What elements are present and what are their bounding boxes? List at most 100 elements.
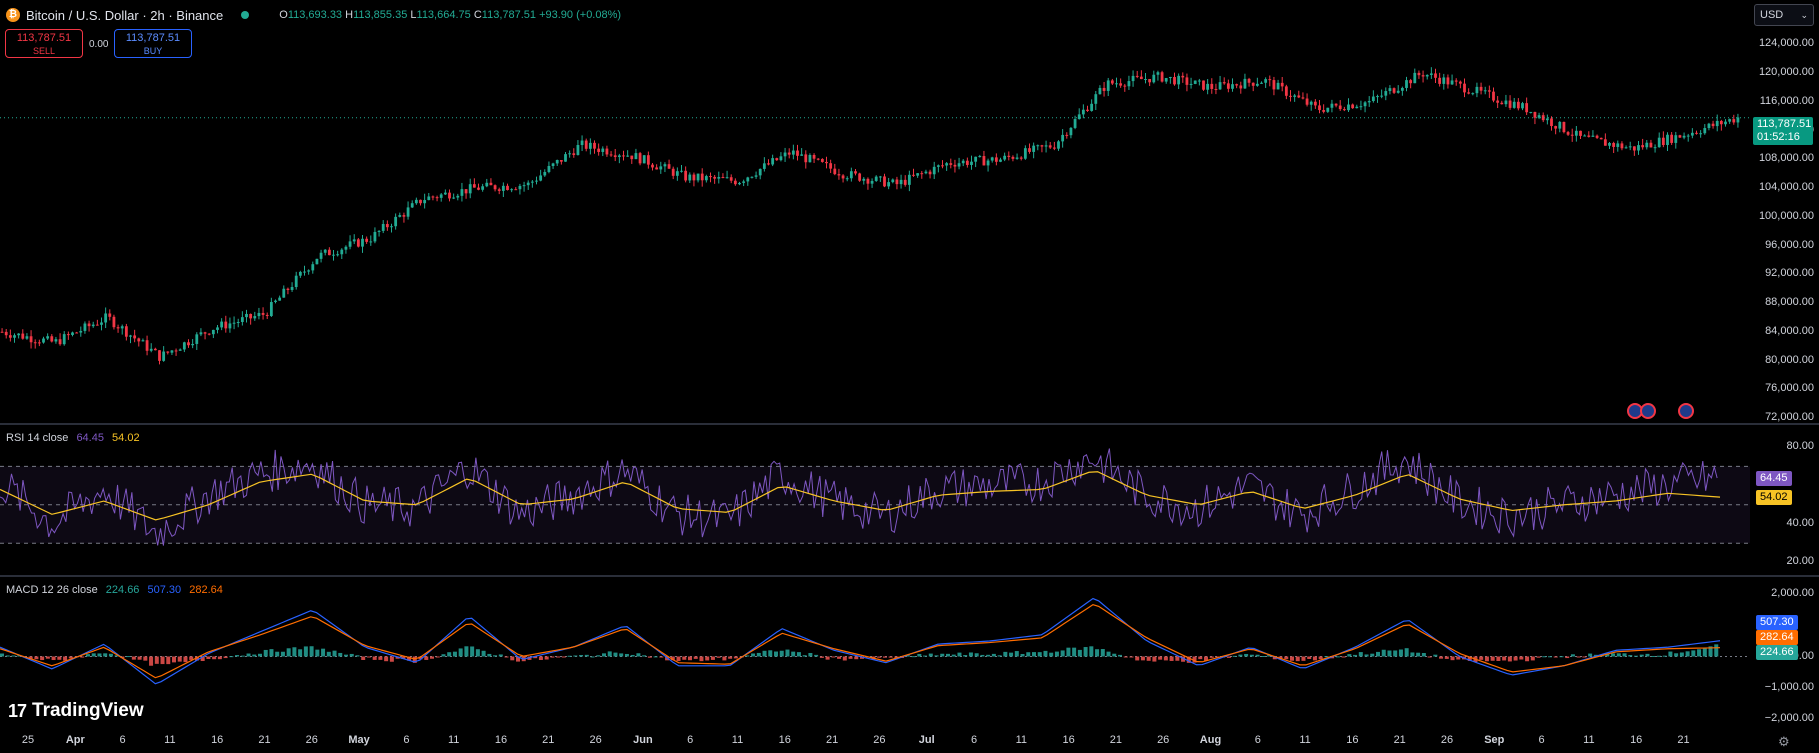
candle	[1222, 77, 1226, 85]
macd-histogram-bar	[361, 656, 366, 660]
macd-histogram-bar	[1244, 653, 1249, 657]
time-tick-label: 26	[873, 734, 886, 746]
macd-histogram-bar	[1490, 656, 1495, 661]
candle	[286, 287, 290, 295]
rsi-legend[interactable]: RSI 14 close 64.45 54.02	[6, 432, 140, 444]
macd-signal-line	[0, 604, 1721, 679]
macd-histogram-bar	[326, 651, 331, 657]
time-tick-label: 6	[403, 734, 410, 746]
macd-histogram-bar	[928, 653, 933, 657]
candle	[965, 157, 969, 168]
candle	[1023, 145, 1027, 160]
time-tick-label: 11	[447, 734, 460, 746]
candle	[1583, 134, 1587, 137]
macd-histogram-bar	[1548, 656, 1552, 658]
macd-histogram-bar	[275, 651, 280, 657]
time-tick-label: 21	[1109, 734, 1123, 746]
candle	[129, 334, 132, 344]
candle	[1177, 73, 1181, 90]
candle	[539, 169, 543, 182]
candle	[1363, 101, 1367, 113]
candle	[1330, 99, 1334, 113]
chart-canvas[interactable]	[0, 0, 1819, 753]
macd-histogram-bar	[682, 656, 687, 660]
time-tick-label: 16	[1630, 734, 1643, 746]
candle	[1235, 83, 1239, 89]
macd-histogram-bar	[1106, 651, 1111, 657]
macd-histogram-bar	[470, 646, 475, 657]
candle	[1380, 89, 1384, 99]
candle	[1123, 83, 1127, 92]
macd-histogram-bar	[1582, 656, 1587, 658]
candle	[1479, 82, 1483, 95]
rsi-tick-label: 40.00	[1786, 517, 1814, 529]
candle	[1450, 74, 1454, 85]
macd-histogram-bar	[745, 655, 750, 657]
candle	[1305, 93, 1309, 107]
time-tick-label: 6	[1538, 734, 1545, 746]
candle	[191, 339, 195, 349]
candle	[559, 160, 563, 165]
time-tick-label: 21	[825, 734, 839, 746]
us-flag-event-icon[interactable]	[1640, 403, 1656, 419]
macd-histogram-bar	[1651, 655, 1656, 657]
candle	[1247, 77, 1251, 87]
candle	[493, 184, 497, 192]
candle	[1637, 141, 1640, 155]
macd-histogram-bar	[309, 646, 314, 657]
candle	[783, 147, 787, 162]
candle	[1550, 116, 1553, 131]
candle	[862, 177, 866, 185]
macd-histogram-bar	[573, 655, 578, 657]
candle	[767, 159, 770, 166]
candle	[1181, 72, 1185, 83]
settings-gear-icon[interactable]: ⚙	[1778, 734, 1790, 750]
candle	[1504, 94, 1508, 107]
macd-legend[interactable]: MACD 12 26 close 224.66 507.30 282.64	[6, 584, 223, 596]
macd-histogram-bar	[435, 656, 440, 658]
macd-histogram-bar	[1232, 655, 1237, 657]
tradingview-logo[interactable]: 17 TradingView	[8, 700, 144, 722]
price-pane	[0, 67, 1750, 365]
candle	[588, 138, 592, 155]
macd-histogram-bar	[0, 653, 4, 657]
candle	[564, 152, 567, 162]
macd-histogram-bar	[160, 656, 165, 665]
candle	[381, 220, 385, 234]
macd-histogram-bar	[762, 650, 767, 657]
candle	[443, 189, 447, 196]
macd-histogram-bar	[223, 656, 228, 659]
candle	[0, 328, 4, 333]
candle	[613, 148, 617, 162]
candle	[58, 333, 62, 346]
macd-histogram-bar	[303, 646, 308, 657]
candle	[240, 311, 244, 326]
macd-histogram-bar	[1410, 652, 1415, 657]
candle	[431, 195, 435, 201]
candle	[282, 285, 286, 298]
candle	[100, 317, 103, 331]
pane-divider[interactable]	[0, 575, 1819, 577]
candle	[216, 324, 219, 334]
candle	[1496, 96, 1500, 109]
us-flag-event-icon[interactable]	[1678, 403, 1694, 419]
candle	[535, 176, 538, 185]
candle	[1732, 114, 1736, 125]
candle	[675, 167, 679, 181]
candle	[1098, 85, 1102, 95]
candle	[634, 148, 638, 160]
candle	[427, 192, 431, 201]
candle	[1728, 118, 1732, 124]
candle	[849, 167, 853, 182]
macd-title: MACD 12 26 close	[6, 584, 98, 596]
time-tick-label: 26	[1440, 734, 1454, 746]
candle	[725, 170, 729, 179]
macd-histogram-bar	[538, 656, 543, 661]
macd-histogram-bar	[1393, 650, 1398, 657]
pane-divider[interactable]	[0, 423, 1819, 425]
candle	[1591, 130, 1595, 137]
candle	[1487, 85, 1491, 98]
candle	[837, 168, 841, 180]
candle	[1595, 134, 1599, 139]
candle	[439, 193, 443, 202]
